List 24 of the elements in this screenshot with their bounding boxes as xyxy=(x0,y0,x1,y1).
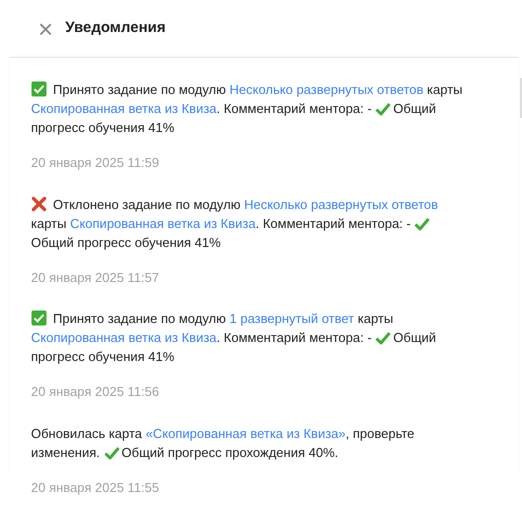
cross-icon xyxy=(31,196,47,212)
checkbox-check-icon xyxy=(31,81,47,97)
timestamp: 20 января 2025 11:59 xyxy=(31,154,160,172)
check-icon xyxy=(414,216,430,230)
link[interactable]: 1 развернутый ответ xyxy=(230,311,354,326)
notification-text: Отклонено задание по модулю Несколько развернутых ответов карты Скопированная ветка из Квиза. Комментарий ментора: - Общий прогресс обучения 41% xyxy=(31,194,440,252)
check-icon xyxy=(104,446,120,460)
notification-text: Обновилась карта «Скопированная ветка из Квиза», проверьте изменения. Общий прогресс прохождения 40%. xyxy=(31,424,416,462)
timestamp: 20 января 2025 11:56 xyxy=(31,383,160,401)
notification-text: Принято задание по модулю Несколько развернутых ответов карты Скопированная ветка из Квиза. Комментарий ментора: - Общий прогресс обучения 41% xyxy=(31,80,464,137)
check-icon xyxy=(375,331,392,345)
notification-text: Принято задание по модулю 1 развернутый ответ карты Скопированная ветка из Квиза. Комментарий ментора: - Общий прогресс обучения 41% xyxy=(31,309,438,366)
check-icon xyxy=(375,102,392,116)
link[interactable]: «Скопированная ветка из Квиза» xyxy=(146,426,346,440)
link[interactable]: Скопированная ветка из Квиза xyxy=(70,216,256,230)
link[interactable]: Несколько развернутых ответов xyxy=(230,82,424,97)
timestamp: 20 января 2025 11:55 xyxy=(31,478,160,497)
link[interactable]: Несколько развернутых ответов xyxy=(244,196,438,212)
close-button[interactable]: × xyxy=(34,16,58,42)
timestamp: 20 января 2025 11:57 xyxy=(31,268,160,287)
panel-title: Уведомления xyxy=(65,18,166,38)
link[interactable]: Скопированная ветка из Квиза xyxy=(31,330,217,345)
checkbox-check-icon xyxy=(31,310,47,326)
link[interactable]: Скопированная ветка из Квиза xyxy=(31,101,217,116)
